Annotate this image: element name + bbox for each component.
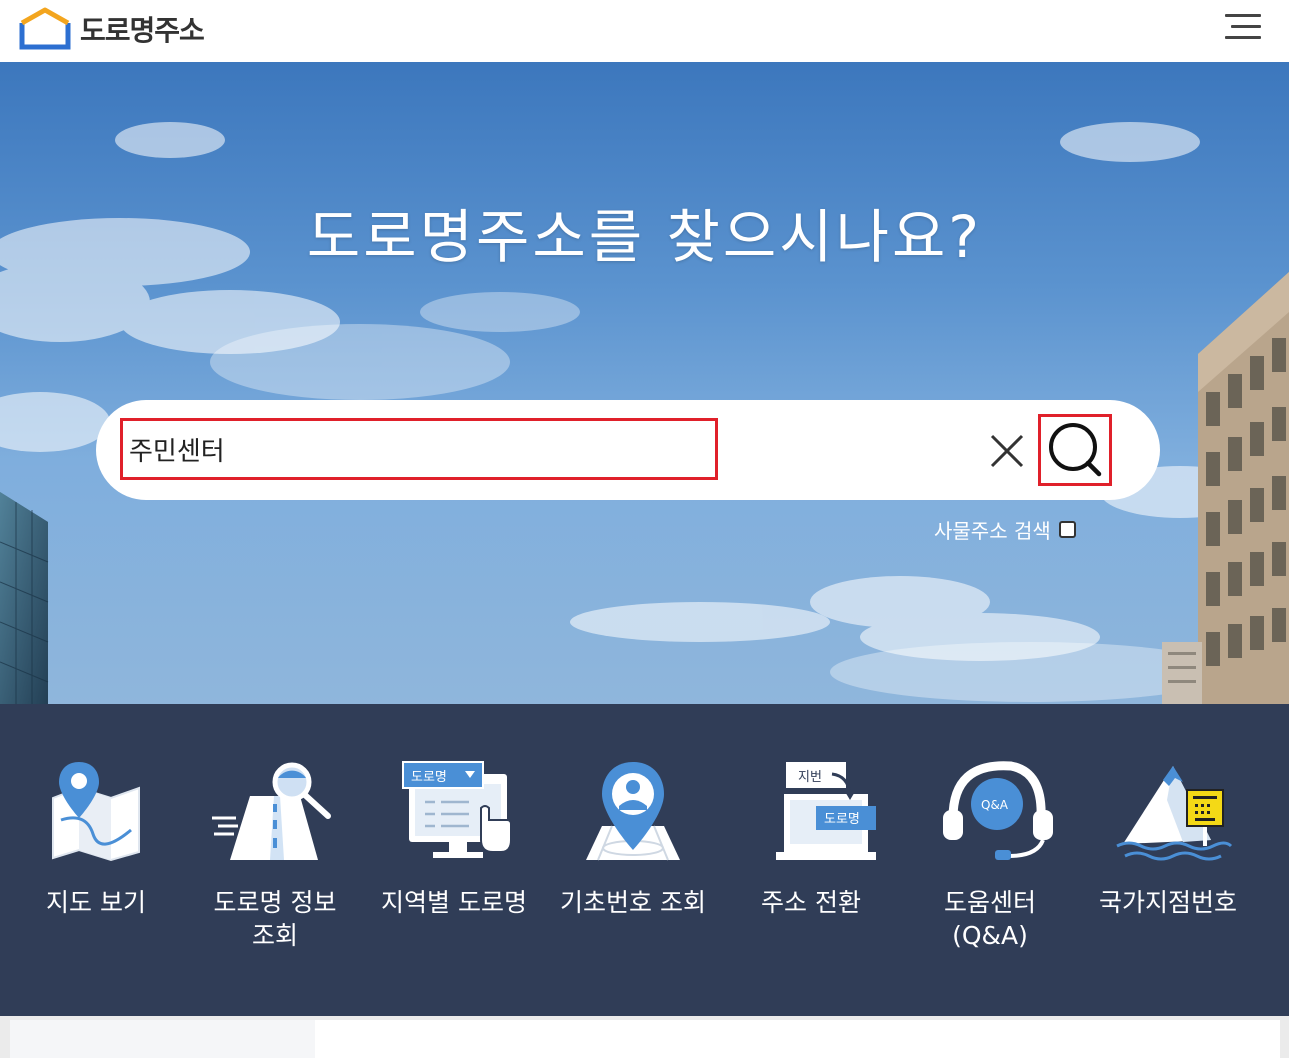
menu-item-map-view[interactable]: 지도 보기 — [8, 760, 184, 919]
menu-item-label: 국가지점번호 — [1098, 888, 1237, 917]
search-bar — [96, 400, 1160, 500]
site-logo[interactable]: 도로명주소 — [18, 6, 205, 52]
menu-item-address-convert[interactable]: 지번 도로명 주소 전환 — [723, 760, 899, 919]
quick-menu-panel: 지도 보기 도로명 정보 조회 도로명 지역별 도로명 기초번호 조회 지번 도… — [0, 704, 1289, 1016]
search-icon — [1049, 423, 1102, 477]
convert-road-tag-text: 도로명 — [824, 812, 860, 827]
search-input[interactable] — [120, 418, 718, 480]
content-area — [0, 1016, 1289, 1058]
hamburger-menu-icon — [1225, 14, 1261, 17]
menu-item-label: 지역별 도로명 — [381, 888, 527, 917]
building-search-label: 사물주소 검색 — [934, 519, 1051, 543]
hero-banner: 도로명주소를 찾으시나요? 사물주소 검색 — [0, 62, 1289, 704]
mountain-sign-icon — [1116, 766, 1233, 861]
menu-item-label: 주소 전환 — [761, 888, 861, 917]
menu-item-label: 도움센터 (Q&A) — [943, 888, 1036, 950]
menu-item-road-info[interactable]: 도로명 정보 조회 — [187, 760, 363, 952]
menu-item-national-point-number[interactable]: 국가지점번호 — [1080, 760, 1256, 919]
hero-background-illustration — [0, 122, 1289, 704]
house-outline-icon — [19, 7, 71, 50]
address-convert-icon: 지번 도로명 — [776, 762, 876, 860]
hamburger-line — [1225, 36, 1261, 39]
jibun-tag-text: 지번 — [798, 770, 822, 785]
building-search-checkbox[interactable] — [1058, 521, 1076, 538]
hamburger-menu-button[interactable] — [1223, 10, 1263, 44]
road-name-tag-text: 도로명 — [411, 770, 447, 785]
page-title: 도로명주소를 찾으시나요? — [306, 203, 983, 271]
location-person-icon — [586, 762, 680, 861]
menu-item-help-center[interactable]: Q&A 도움센터 (Q&A) — [902, 760, 1078, 952]
menu-item-label: 도로명 정보 조회 — [213, 888, 337, 950]
menu-item-label: 기초번호 조회 — [560, 888, 706, 917]
qa-badge-text: Q&A — [981, 798, 1009, 812]
headset-qa-icon: Q&A — [943, 761, 1053, 860]
close-icon — [990, 434, 1024, 468]
hamburger-line — [1231, 25, 1261, 28]
content-tab[interactable] — [10, 1020, 315, 1058]
clear-search-button[interactable] — [984, 428, 1030, 474]
road-search-icon — [212, 762, 331, 860]
search-button[interactable] — [1038, 414, 1112, 486]
header: 도로명주소 — [0, 0, 1289, 62]
menu-item-label: 지도 보기 — [46, 888, 146, 917]
map-pin-icon — [52, 762, 140, 862]
building-address-search-toggle[interactable]: 사물주소 검색 — [934, 515, 1076, 544]
menu-item-base-number-lookup[interactable]: 기초번호 조회 — [545, 760, 721, 919]
road-name-monitor-icon: 도로명 — [402, 761, 512, 858]
logo-text: 도로명주소 — [80, 14, 205, 47]
menu-item-regional-road-name[interactable]: 도로명 지역별 도로명 — [366, 760, 542, 919]
